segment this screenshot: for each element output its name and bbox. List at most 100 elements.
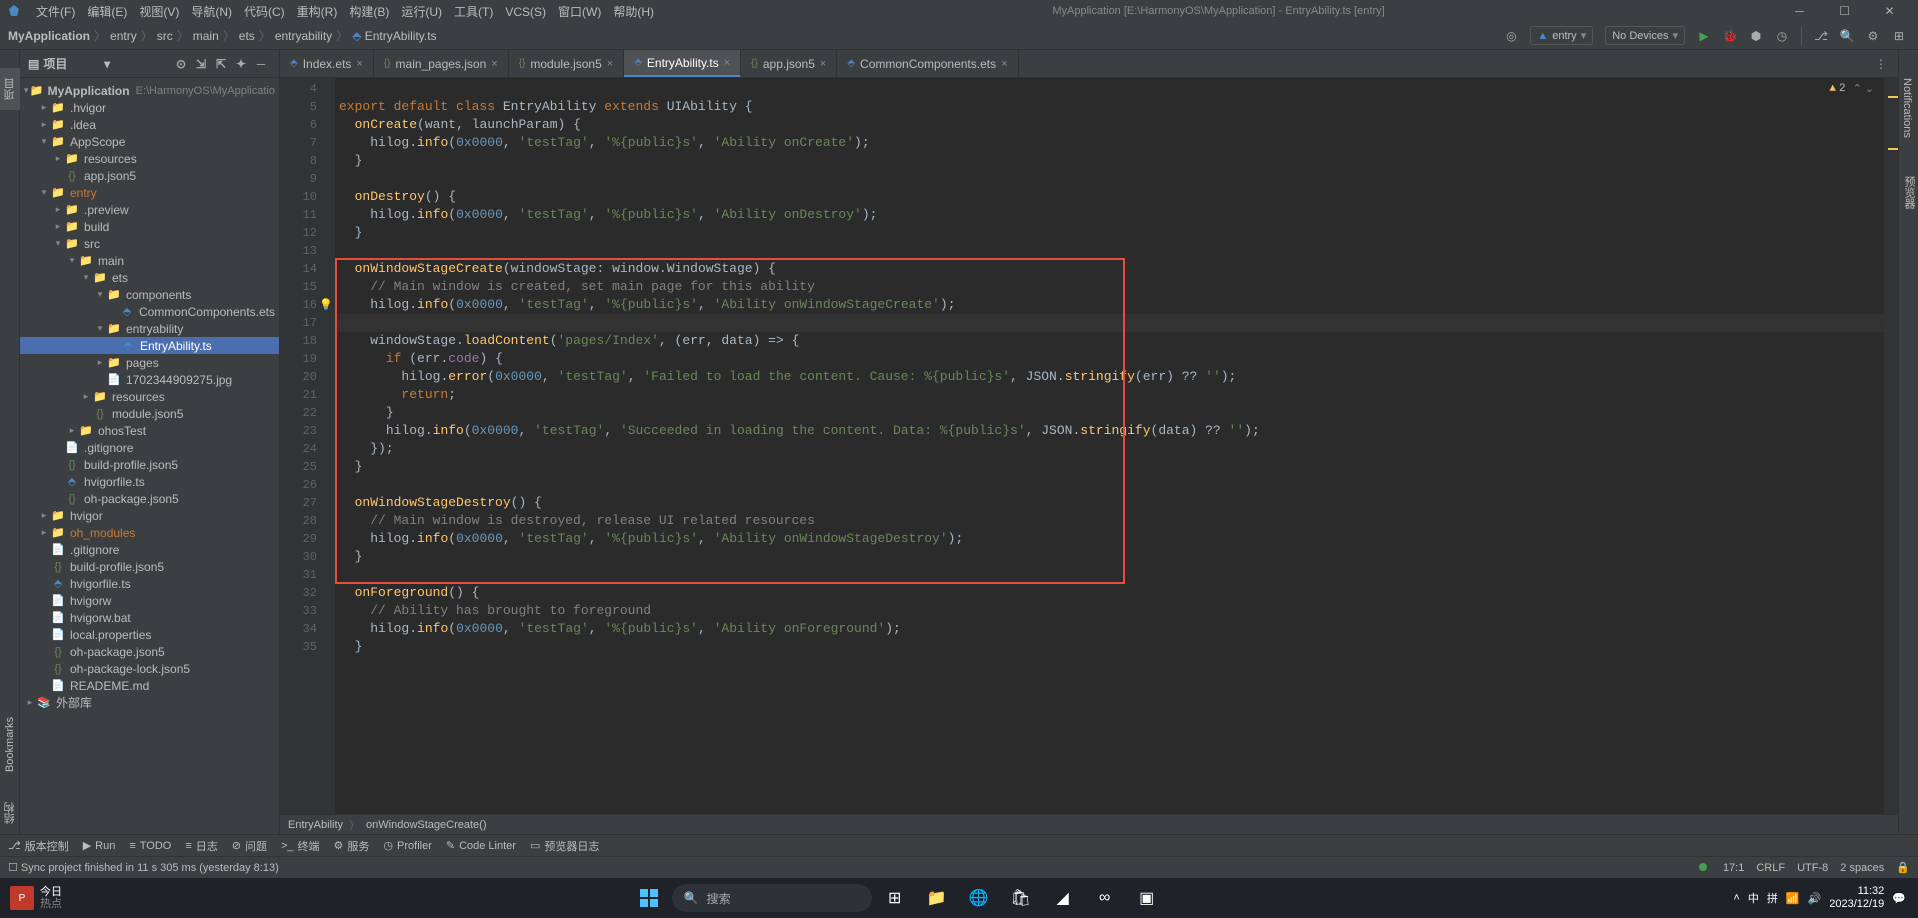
sync-icon[interactable]: ◎ <box>1500 25 1522 47</box>
cursor-position[interactable]: 17:1 <box>1723 862 1744 874</box>
bottom-tool-Code Linter[interactable]: ✎Code Linter <box>446 839 516 852</box>
bottom-tool-日志[interactable]: ≡日志 <box>185 838 217 854</box>
tree-item[interactable]: ▸📁hvigor <box>20 507 279 524</box>
encoding[interactable]: UTF-8 <box>1797 862 1828 874</box>
weather-widget[interactable]: 今日 热点 <box>40 886 62 910</box>
tree-item[interactable]: {}build-profile.json5 <box>20 558 279 575</box>
tree-item[interactable]: ▾📁src <box>20 235 279 252</box>
tree-item[interactable]: {}oh-package.json5 <box>20 643 279 660</box>
lock-icon[interactable]: 🔒 <box>1896 861 1910 874</box>
gutter[interactable]: 45678910111213141516💡1718192021222324252… <box>280 78 335 814</box>
structure-tool-tab[interactable]: 结构 <box>0 792 20 834</box>
bottom-tool-Profiler[interactable]: ◷Profiler <box>383 839 431 852</box>
close-tab-icon[interactable]: × <box>491 58 497 70</box>
error-stripe[interactable] <box>1884 78 1898 814</box>
bottom-tool-终端[interactable]: >_终端 <box>281 838 320 854</box>
tree-item[interactable]: {}oh-package.json5 <box>20 490 279 507</box>
tree-item[interactable]: ⬘hvigorfile.ts <box>20 575 279 592</box>
tree-item[interactable]: 📄.gitignore <box>20 439 279 456</box>
tab-list-icon[interactable]: ⋮ <box>1870 53 1892 75</box>
menu-item[interactable]: 视图(V) <box>133 5 185 19</box>
tree-item[interactable]: ▾📁entry <box>20 184 279 201</box>
store-icon[interactable]: 🛍 <box>1002 883 1040 913</box>
menu-item[interactable]: 文件(F) <box>30 5 81 19</box>
tree-item[interactable]: ⬘hvigorfile.ts <box>20 473 279 490</box>
menu-item[interactable]: 重构(R) <box>291 5 344 19</box>
pinned-app-icon[interactable]: P <box>10 886 34 910</box>
git-icon[interactable]: ⎇ <box>1810 25 1832 47</box>
editor-tab[interactable]: ⬘EntryAbility.ts× <box>624 50 741 77</box>
struct-crumb-item[interactable]: onWindowStageCreate() <box>366 819 486 831</box>
tree-item[interactable]: ▾📁ets <box>20 269 279 286</box>
run-icon[interactable]: ▶ <box>1693 25 1715 47</box>
bottom-tool-Run[interactable]: ▶Run <box>83 839 116 852</box>
task-view-icon[interactable]: ⊞ <box>876 883 914 913</box>
menu-item[interactable]: 窗口(W) <box>552 5 607 19</box>
maximize-button[interactable]: ☐ <box>1822 4 1867 18</box>
tree-item[interactable]: ▸📁build <box>20 218 279 235</box>
tree-item[interactable]: ⬘EntryAbility.ts <box>20 337 279 354</box>
tree-item[interactable]: ▸📁.preview <box>20 201 279 218</box>
bookmarks-tool-tab[interactable]: Bookmarks <box>2 707 18 782</box>
tree-item[interactable]: {}build-profile.json5 <box>20 456 279 473</box>
breadcrumb-item[interactable]: entry <box>110 29 137 43</box>
breadcrumb-item[interactable]: ⬘ EntryAbility.ts <box>352 29 436 43</box>
tree-item[interactable]: ▸📁.idea <box>20 116 279 133</box>
taskbar-search[interactable]: 🔍 搜索 <box>672 884 872 912</box>
tree-item[interactable]: 📄hvigorw.bat <box>20 609 279 626</box>
panel-settings-icon[interactable]: ✦ <box>231 54 251 74</box>
tree-item[interactable]: ▾📁entryability <box>20 320 279 337</box>
tree-item[interactable]: {}oh-package-lock.json5 <box>20 660 279 677</box>
tree-item[interactable]: ▾📁components <box>20 286 279 303</box>
tree-item[interactable]: ▾📁AppScope <box>20 133 279 150</box>
struct-crumb-item[interactable]: EntryAbility <box>288 819 343 831</box>
panel-hide-icon[interactable]: ─ <box>251 54 271 74</box>
close-button[interactable]: ✕ <box>1867 4 1912 18</box>
terminal-icon[interactable]: ▣ <box>1128 883 1166 913</box>
breadcrumb-item[interactable]: ets <box>239 29 255 43</box>
ime-mode[interactable]: 拼 <box>1767 890 1778 906</box>
tree-item[interactable]: ▸📁resources <box>20 388 279 405</box>
project-tool-tab[interactable]: 项目 <box>0 68 20 110</box>
debug-icon[interactable]: 🐞 <box>1719 25 1741 47</box>
tree-item[interactable]: 📄.gitignore <box>20 541 279 558</box>
bottom-tool-问题[interactable]: ⊘问题 <box>232 838 267 854</box>
wifi-icon[interactable]: 📶 <box>1786 892 1800 905</box>
menu-item[interactable]: 构建(B) <box>343 5 395 19</box>
notifications-tool-tab[interactable]: Notifications <box>1899 68 1915 148</box>
tree-item[interactable]: 📄READEME.md <box>20 677 279 694</box>
menu-item[interactable]: 导航(N) <box>185 5 238 19</box>
close-tab-icon[interactable]: × <box>820 58 826 70</box>
menu-item[interactable]: 帮助(H) <box>607 5 660 19</box>
tree-root[interactable]: ▾📁MyApplicationE:\HarmonyOS\MyApplicatio <box>20 82 279 99</box>
tree-item[interactable]: 📄1702344909275.jpg <box>20 371 279 388</box>
clock[interactable]: 11:32 2023/12/19 <box>1829 885 1884 911</box>
menu-item[interactable]: 工具(T) <box>448 5 499 19</box>
tree-item[interactable]: ⬘CommonComponents.ets <box>20 303 279 320</box>
volume-icon[interactable]: 🔊 <box>1808 892 1822 905</box>
breadcrumb-item[interactable]: MyApplication <box>8 29 90 43</box>
editor-tab[interactable]: {}app.json5× <box>741 50 837 77</box>
close-tab-icon[interactable]: × <box>607 58 613 70</box>
settings-icon[interactable]: ⚙ <box>1862 25 1884 47</box>
tree-item[interactable]: ▸📁ohosTest <box>20 422 279 439</box>
collapse-all-icon[interactable]: ⇱ <box>211 54 231 74</box>
tree-item[interactable]: ▸📁.hvigor <box>20 99 279 116</box>
tree-external-libs[interactable]: ▸📚外部库 <box>20 694 279 711</box>
tree-item[interactable]: {}module.json5 <box>20 405 279 422</box>
code-viewport[interactable]: export default class EntryAbility extend… <box>335 78 1898 814</box>
device-selector[interactable]: No Devices▾ <box>1605 26 1685 45</box>
app-icon-1[interactable]: ◢ <box>1044 883 1082 913</box>
breadcrumb-item[interactable]: entryability <box>275 29 332 43</box>
tree-item[interactable]: ▸📁oh_modules <box>20 524 279 541</box>
notifications-icon[interactable]: ⊞ <box>1888 25 1910 47</box>
start-button[interactable] <box>630 883 668 913</box>
breadcrumb-item[interactable]: main <box>193 29 219 43</box>
intention-bulb-icon[interactable]: 💡 <box>319 297 333 315</box>
preview-tool-tab[interactable]: 预览器 <box>1899 166 1918 219</box>
menu-item[interactable]: VCS(S) <box>499 5 552 19</box>
tree-item[interactable]: 📄local.properties <box>20 626 279 643</box>
tree-item[interactable]: ▸📁resources <box>20 150 279 167</box>
expand-all-icon[interactable]: ⇲ <box>191 54 211 74</box>
tree-item[interactable]: ▸📁pages <box>20 354 279 371</box>
